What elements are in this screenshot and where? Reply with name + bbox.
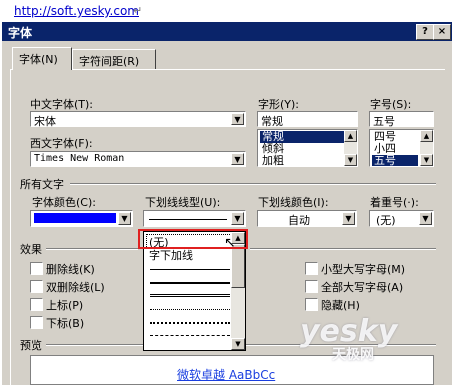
underline-type-label: 下划线线型(U): [145,196,221,209]
emphasis-label: 着重号(·): [370,196,419,209]
font-style-input[interactable]: 常规 [257,111,358,128]
hidden-checkbox[interactable] [305,298,318,311]
divider [46,248,138,250]
emphasis-value: (无) [376,214,396,227]
scroll-up-icon[interactable]: ▲ [344,130,357,142]
scrollbar[interactable]: ▲ ▼ [344,130,357,166]
tab-char-spacing-label: 字符间距(R) [79,55,140,68]
chevron-down-icon[interactable]: ▼ [419,212,432,225]
preview-section-label: 预览 [20,339,42,352]
scroll-down-icon[interactable]: ▼ [231,338,245,350]
western-font-label: 西文字体(F): [30,137,93,150]
tab-font-label: 字体(N) [19,53,58,66]
font-size-label: 字号(S): [370,98,412,111]
double-strikethrough-checkbox[interactable] [30,280,43,293]
title-bar: 字体 ? × [2,22,452,41]
watermark-subtext: 天极网 [332,347,374,363]
small-caps-checkbox[interactable] [305,262,318,275]
underline-sample [149,219,227,220]
preview-text: 微软卓越 AaBbCc [177,368,276,382]
underline-color-label: 下划线颜色(I): [258,196,329,209]
tab-font[interactable]: 字体(N) [12,47,72,70]
subscript-checkbox[interactable] [30,316,43,329]
window-title: 字体 [8,26,33,40]
cursor-icon: ↖ [224,235,236,251]
paragraph-mark: ↵ [133,4,143,17]
strikethrough-label: 删除线(K) [46,263,95,276]
scroll-up-icon[interactable]: ▲ [420,130,433,142]
url-link[interactable]: http://soft.yesky.com [14,4,139,18]
scroll-down-icon[interactable]: ▼ [420,154,433,166]
emphasis-select[interactable]: (无) ▼ [369,210,434,227]
list-item[interactable]: 加粗 [260,155,284,167]
underline-option-thick[interactable] [150,282,230,284]
double-strikethrough-label: 双删除线(L) [46,281,105,294]
tab-char-spacing[interactable]: 字符间距(R) [72,49,156,70]
underline-type-select[interactable]: ▼ [143,210,246,227]
font-style-label: 字形(Y): [258,98,300,111]
document-line: http://soft.yesky.com ↵ [0,0,454,22]
font-color-select[interactable]: ▼ [30,210,133,227]
superscript-label: 上标(P) [46,299,84,312]
list-item[interactable]: 字下加线 [149,247,193,263]
help-button[interactable]: ? [416,24,434,40]
underline-color-value: 自动 [288,214,310,227]
font-size-list[interactable]: 四号 小四 五号 ▲ ▼ [369,129,434,167]
font-size-value: 五号 [373,115,395,128]
all-caps-label: 全部大写字母(A) [321,281,404,294]
font-style-list[interactable]: 常规 倾斜 加粗 ▲ ▼ [257,129,358,167]
underline-option-dashed[interactable] [150,335,230,336]
all-caps-checkbox[interactable] [305,280,318,293]
font-style-value: 常规 [261,115,283,128]
chevron-down-icon[interactable]: ▼ [231,212,244,225]
underline-option-double[interactable] [150,294,230,297]
color-swatch [34,213,116,223]
scroll-down-icon[interactable]: ▼ [344,154,357,166]
font-size-input[interactable]: 五号 [369,111,434,128]
small-caps-label: 小型大写字母(M) [321,263,406,276]
all-text-section-label: 所有文字 [20,178,64,191]
chinese-font-select[interactable]: 宋体 ▼ [30,111,246,128]
scrollbar[interactable]: ▲ ▼ [420,130,433,166]
chevron-down-icon[interactable]: ▼ [231,113,244,125]
divider [70,183,436,185]
help-icon: ? [422,26,428,37]
strikethrough-checkbox[interactable] [30,262,43,275]
subscript-label: 下标(B) [46,317,85,330]
underline-option-thick-dotted[interactable] [150,322,230,324]
divider [250,248,436,250]
underline-option-single[interactable] [150,269,230,270]
underline-option-dotted[interactable] [150,309,230,310]
hidden-label: 隐藏(H) [321,299,360,312]
underline-color-select[interactable]: 自动 ▼ [257,210,357,227]
effects-section-label: 效果 [20,243,42,256]
chinese-font-value: 宋体 [34,115,56,128]
close-icon: × [437,26,447,37]
chevron-down-icon[interactable]: ▼ [231,153,244,165]
chevron-down-icon[interactable]: ▼ [342,212,355,225]
font-color-label: 字体颜色(C): [32,196,96,209]
western-font-value: Times New Roman [34,153,125,164]
list-item[interactable]: 五号 [372,155,418,166]
western-font-select[interactable]: Times New Roman ▼ [30,151,246,167]
superscript-checkbox[interactable] [30,298,43,311]
chinese-font-label: 中文字体(T): [30,98,94,111]
close-button[interactable]: × [433,24,451,40]
chevron-down-icon[interactable]: ▼ [118,212,131,225]
